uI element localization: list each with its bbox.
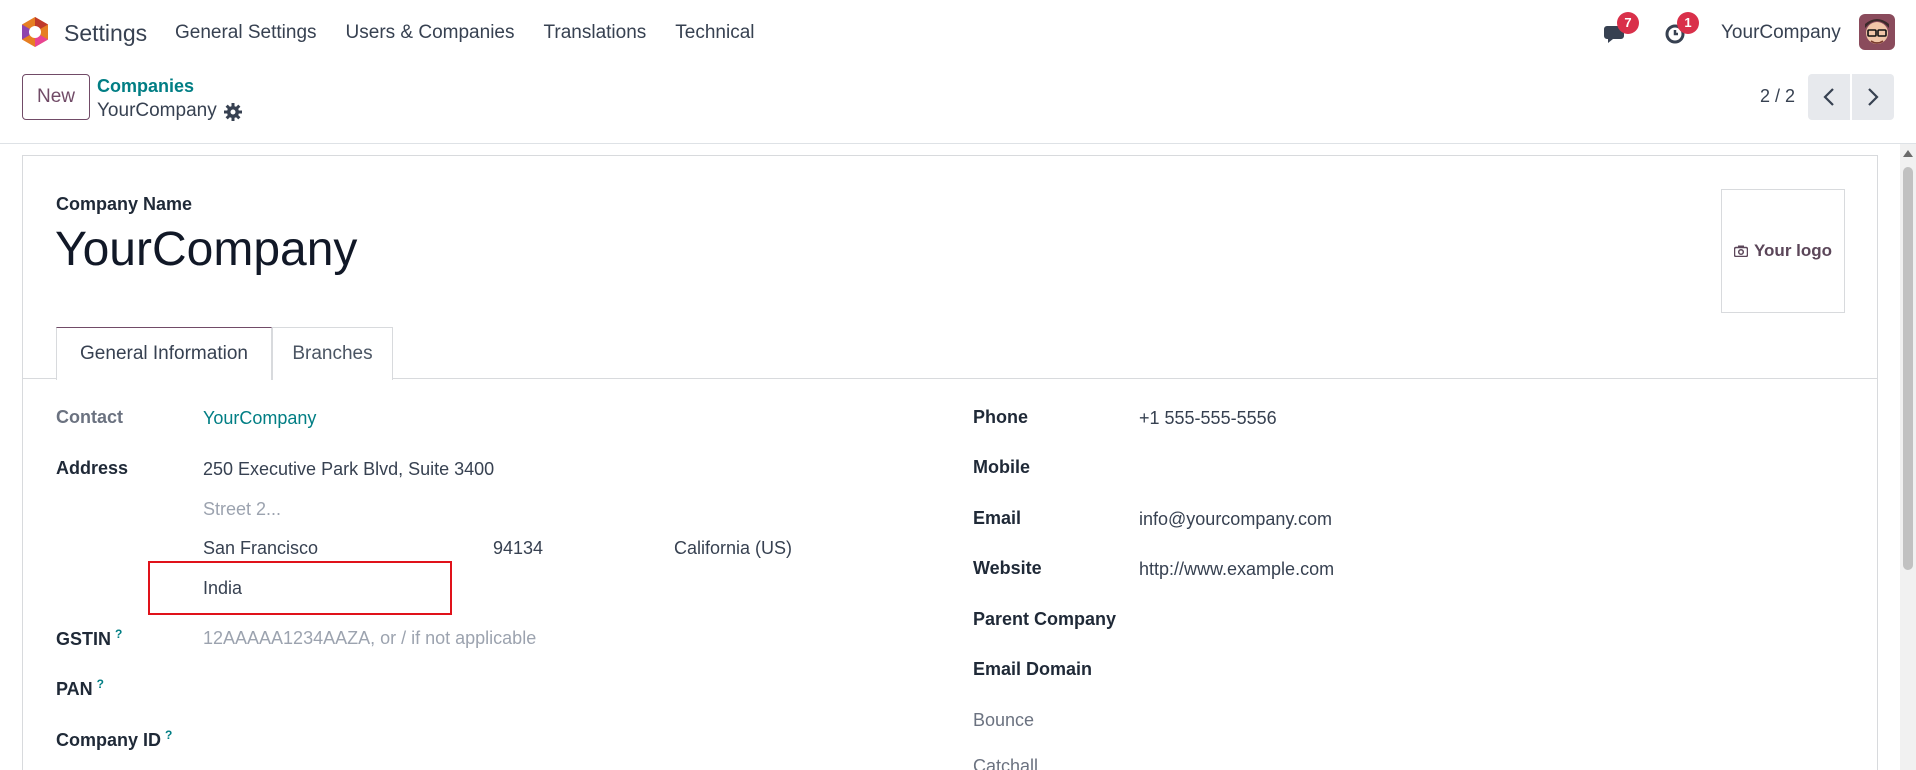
phone-field[interactable]: +1 555-555-5556 [1139, 408, 1277, 429]
street-field[interactable]: 250 Executive Park Blvd, Suite 3400 [203, 459, 494, 480]
menu-technical[interactable]: Technical [675, 22, 754, 44]
address-label: Address [56, 458, 129, 478]
camera-icon [1733, 245, 1748, 257]
user-avatar[interactable] [1859, 14, 1895, 50]
activities-badge: 1 [1677, 12, 1699, 34]
bounce-label: Bounce [973, 710, 1035, 730]
form-tabs: General Information Branches [23, 327, 1877, 380]
menu-users-companies[interactable]: Users & Companies [346, 22, 515, 44]
messages-button[interactable]: 7 [1599, 12, 1639, 50]
mobile-label: Mobile [973, 457, 1030, 477]
street2-field[interactable]: Street 2... [203, 499, 281, 520]
pan-help-icon[interactable]: ? [97, 677, 104, 691]
tab-general-information[interactable]: General Information [56, 327, 272, 380]
pager-value[interactable]: 2 / 2 [1760, 86, 1795, 107]
new-button[interactable]: New [22, 74, 90, 120]
contact-link[interactable]: YourCompany [203, 408, 316, 429]
company-id-label-text: Company ID [56, 730, 162, 750]
country-field[interactable]: India [203, 578, 242, 599]
main-menu: General Settings Users & Companies Trans… [175, 22, 784, 44]
company-switcher[interactable]: YourCompany [1721, 22, 1841, 44]
gstin-help-icon[interactable]: ? [115, 627, 122, 641]
company-name-label: Company Name [56, 194, 193, 214]
contact-label: Contact [56, 407, 123, 427]
phone-label: Phone [973, 407, 1029, 427]
chevron-right-icon [1868, 88, 1879, 106]
city-field[interactable]: San Francisco [203, 538, 318, 559]
pan-label-text: PAN [56, 679, 93, 699]
scroll-up-icon[interactable] [1903, 150, 1913, 157]
email-field[interactable]: info@yourcompany.com [1139, 509, 1332, 530]
messages-badge: 7 [1617, 12, 1639, 34]
gear-icon[interactable] [223, 102, 243, 122]
gstin-label-text: GSTIN [56, 629, 112, 649]
chevron-left-icon [1823, 88, 1834, 106]
menu-general-settings[interactable]: General Settings [175, 22, 317, 44]
app-logo-icon[interactable] [20, 16, 50, 48]
breadcrumb-companies[interactable]: Companies [97, 76, 194, 97]
company-logo-upload[interactable]: Your logo [1721, 189, 1845, 313]
menu-translations[interactable]: Translations [543, 22, 646, 44]
company-id-label: Company ID? [56, 728, 172, 751]
pan-label: PAN? [56, 677, 104, 700]
email-domain-label: Email Domain [973, 659, 1093, 679]
tab-branches[interactable]: Branches [272, 327, 393, 380]
activities-button[interactable]: 1 [1659, 12, 1699, 50]
vertical-scrollbar[interactable] [1900, 144, 1916, 770]
logo-placeholder-text: Your logo [1753, 241, 1833, 260]
app-title[interactable]: Settings [64, 20, 147, 47]
parent-company-label: Parent Company [973, 609, 1117, 629]
gstin-field[interactable]: 12AAAAA1234AAZA, or / if not applicable [203, 628, 536, 649]
user-avatar-icon [1859, 14, 1895, 50]
pager-previous-button[interactable] [1808, 74, 1850, 120]
company-id-help-icon[interactable]: ? [165, 728, 172, 742]
breadcrumb-current: YourCompany [97, 100, 217, 121]
state-field[interactable]: California (US) [674, 538, 792, 559]
scroll-thumb[interactable] [1903, 167, 1913, 570]
catchall-label: Catchall [973, 756, 1039, 770]
email-label: Email [973, 508, 1022, 528]
top-navbar: Settings General Settings Users & Compan… [0, 0, 1916, 64]
website-label: Website [973, 558, 1042, 578]
control-panel: New Companies YourCompany 2 / 2 [0, 64, 1916, 144]
zip-field[interactable]: 94134 [493, 538, 543, 559]
pager-next-button[interactable] [1852, 74, 1894, 120]
website-field[interactable]: http://www.example.com [1139, 559, 1334, 580]
company-name-field[interactable]: YourCompany [55, 222, 357, 277]
gstin-label: GSTIN? [56, 627, 122, 650]
